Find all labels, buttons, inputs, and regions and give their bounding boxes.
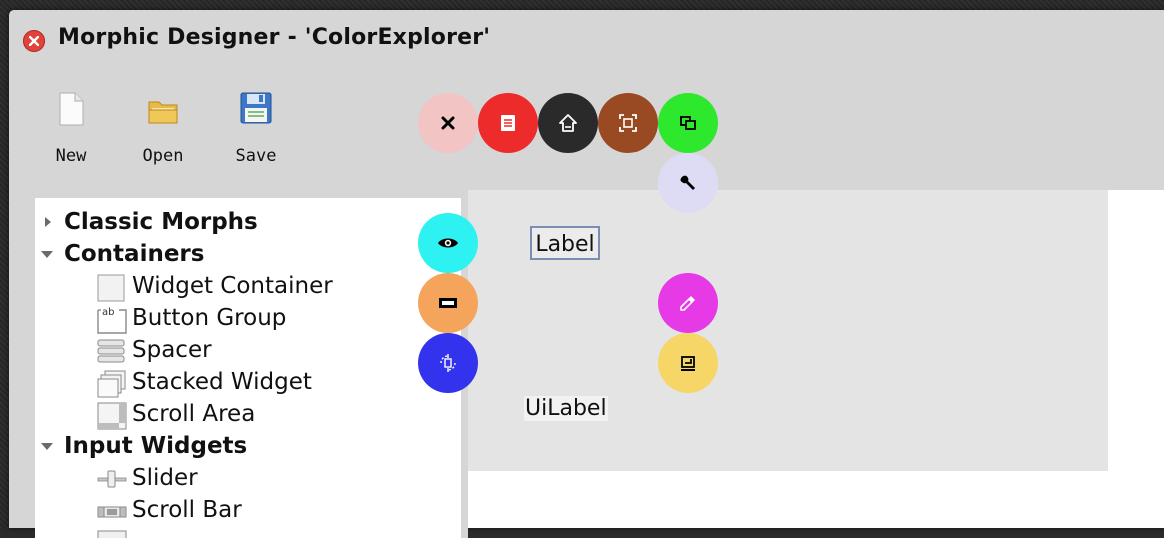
house-icon (559, 114, 577, 132)
tree-item-label: Widget Container (132, 273, 333, 299)
scroll-bar-icon (97, 498, 127, 526)
tree-category-label: Classic Morphs (64, 209, 258, 235)
halo-debug-button[interactable] (658, 153, 718, 213)
selected-label-widget[interactable]: Label (530, 226, 600, 260)
fit-frame-icon (619, 114, 637, 132)
stacked-widget-icon (97, 370, 127, 398)
tree-category-classic-morphs[interactable]: Classic Morphs (35, 206, 455, 238)
form-surface[interactable]: Label UiLabel (468, 190, 1108, 471)
new-document-icon (57, 92, 85, 130)
widget-palette-tree: Classic Morphs Containers Widget Contain… (35, 198, 461, 538)
spacer-icon (97, 338, 127, 366)
tree-item-button-group[interactable]: ab Button Group (97, 302, 457, 334)
new-button[interactable]: New (36, 92, 106, 172)
tree-category-label: Containers (64, 241, 205, 267)
duplicate-icon (680, 116, 696, 130)
tree-item-label: Stacked Widget (132, 369, 312, 395)
rotate-icon (440, 354, 456, 372)
save-label: Save (235, 146, 277, 166)
title-bar: Morphic Designer - 'ColorExplorer' (9, 10, 1164, 72)
menu-icon (501, 115, 515, 131)
eye-icon (438, 238, 458, 248)
open-label: Open (142, 146, 184, 166)
window-title: Morphic Designer - 'ColorExplorer' (58, 25, 491, 50)
halo-resize-button[interactable] (658, 333, 718, 393)
open-folder-icon (148, 98, 178, 128)
tree-category-label: Input Widgets (64, 433, 248, 459)
halo-collapse-button[interactable] (418, 273, 478, 333)
tree-item-label: Scroll Area (132, 401, 256, 427)
halo-delete-button[interactable] (418, 93, 478, 153)
tree-item-widget-container[interactable]: Widget Container (97, 270, 457, 302)
collapsed-arrow-icon[interactable] (39, 206, 59, 238)
svg-text:ab: ab (102, 307, 114, 318)
tree-item-scroll-bar[interactable]: Scroll Bar (97, 494, 457, 526)
button-group-icon: ab (97, 306, 127, 334)
halo-view-button[interactable] (418, 213, 478, 273)
uilabel-widget[interactable]: UiLabel (524, 396, 608, 421)
halo-rotate-button[interactable] (418, 333, 478, 393)
tree-item-label: Spacer (132, 337, 212, 363)
save-button[interactable]: Save (221, 92, 291, 172)
resize-icon (681, 356, 695, 371)
halo-menu-button[interactable] (478, 93, 538, 153)
halo-duplicate-button[interactable] (658, 93, 718, 153)
expanded-arrow-icon[interactable] (37, 430, 57, 462)
tree-item-scroll-area[interactable]: Scroll Area (97, 398, 457, 430)
save-disk-icon (240, 92, 272, 128)
tree-item-spacer[interactable]: Spacer (97, 334, 457, 366)
design-canvas[interactable]: Label UiLabel (468, 190, 1164, 528)
collapse-icon (439, 298, 457, 308)
close-window-button[interactable] (23, 30, 45, 52)
tree-category-input-widgets[interactable]: Input Widgets (35, 430, 455, 462)
tree-item-slider[interactable]: Slider (97, 462, 457, 494)
halo-grab-button[interactable] (598, 93, 658, 153)
open-button[interactable]: Open (128, 92, 198, 172)
tree-item-label: Button Group (132, 305, 287, 331)
new-label: New (55, 146, 87, 166)
tree-item-label: Scroll Bar (132, 497, 242, 523)
designer-window: Morphic Designer - 'ColorExplorer' New O… (9, 10, 1164, 538)
wrench-icon (680, 175, 695, 190)
close-icon (29, 36, 39, 46)
halo-raise-button[interactable] (538, 93, 598, 153)
tree-item-label: Slider (132, 465, 198, 491)
slider-icon (97, 466, 127, 494)
eyedropper-icon (680, 296, 695, 311)
tree-category-containers[interactable]: Containers (35, 238, 455, 270)
x-icon (441, 116, 455, 130)
scroll-area-icon (97, 402, 127, 430)
tree-item-stacked-widget[interactable]: Stacked Widget (97, 366, 457, 398)
halo-color-picker-button[interactable] (658, 273, 718, 333)
combo-box-icon (97, 530, 127, 538)
expanded-arrow-icon[interactable] (37, 238, 57, 270)
widget-container-icon (97, 274, 127, 302)
